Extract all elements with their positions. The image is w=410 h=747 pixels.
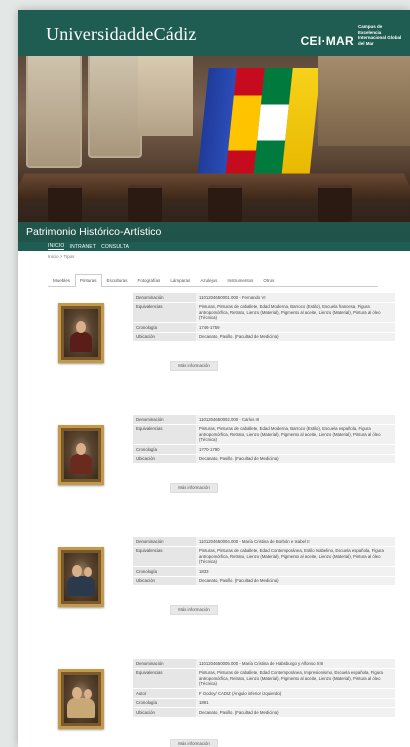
list-item: Denominación 1101204650005.000 - María Cr…	[48, 659, 395, 747]
table-row: Cronología 1891	[133, 698, 395, 709]
field-value: 1101204650005.000 - María Cristina de Ha…	[196, 659, 395, 669]
table-row: Denominación 1101204650005.000 - María Cr…	[133, 659, 395, 669]
tab-lamparas[interactable]: Lámparas	[165, 274, 195, 286]
field-value: 1746-1759	[196, 322, 395, 333]
table-row: Equivalencias Pinturas, Pinturas de cabal…	[133, 546, 395, 568]
wall-panel	[138, 56, 193, 136]
table-row: Equivalencias Pinturas, Pinturas de cabal…	[133, 424, 395, 446]
page-title: Patrimonio Histórico-Artístico	[26, 226, 162, 238]
table-row: Ubicación Decanato, Pasillo. (Facultad de…	[133, 707, 395, 718]
site-header: UniversidaddeCádiz CEI·MAR Campus de Exc…	[18, 10, 410, 56]
cei-mar-mark: CEI·MAR	[300, 34, 354, 48]
chair	[128, 185, 162, 222]
field-label: Equivalencias	[133, 302, 196, 324]
field-label: Equivalencias	[133, 668, 196, 690]
window-arch	[26, 56, 82, 168]
table-row: Denominación 1101204650002.000 - Carlos I…	[133, 415, 395, 425]
window-arch	[88, 56, 142, 158]
field-label: Equivalencias	[133, 546, 196, 568]
field-label: Ubicación	[133, 454, 196, 465]
field-value: Pinturas, Pinturas de caballete, Edad Mo…	[196, 302, 395, 324]
artwork-thumbnail[interactable]	[58, 303, 104, 363]
field-value: Decanato, Pasillo. (Facultad de Medicina…	[196, 332, 395, 343]
cei-mar-logo[interactable]: CEI·MAR Campus de Excelencia Internacion…	[301, 24, 402, 48]
university-logo[interactable]: UniversidaddeCádiz	[46, 24, 197, 45]
nav-item-intranet[interactable]: INTRANET	[69, 244, 96, 250]
field-value: Pinturas, Pinturas de caballete, Edad Mo…	[196, 424, 395, 446]
wall-panel	[318, 56, 410, 146]
list-item: Denominación 1101204650002.000 - Carlos I…	[48, 415, 395, 537]
table-row: Autor F Godoy/ CADIZ (Ángulo inferior izq…	[133, 688, 395, 699]
nav-item-inicio[interactable]: INICIO	[48, 243, 65, 250]
field-value: Pinturas, Pinturas de caballete, Edad Co…	[196, 546, 395, 568]
table-row: Cronología 1833	[133, 566, 395, 577]
tab-pinturas[interactable]: Pinturas	[75, 274, 102, 287]
field-label: Equivalencias	[133, 424, 196, 446]
chair	[48, 185, 82, 222]
artwork-thumbnail[interactable]	[58, 669, 104, 729]
artwork-details: Denominación 1101204650001.000 - Fernando…	[133, 293, 395, 343]
tab-instrumentos[interactable]: Instrumentos	[222, 274, 258, 286]
table-row: Equivalencias Pinturas, Pinturas de cabal…	[133, 302, 395, 324]
tab-azulejos[interactable]: Azulejos	[195, 274, 222, 286]
table-row: Equivalencias Pinturas, Pinturas de cabal…	[133, 668, 395, 690]
list-item: Denominación 1101204650001.000 - Fernando…	[48, 293, 395, 415]
field-label: Denominación	[133, 415, 196, 425]
field-label: Autor	[133, 688, 196, 699]
tab-otros[interactable]: Otros	[258, 274, 279, 286]
tab-esculturas[interactable]: Esculturas	[102, 274, 133, 286]
field-value: Decanato, Pasillo. (Facultad de Medicina…	[196, 454, 395, 465]
field-value: 1101204650002.000 - Carlos III	[196, 415, 395, 425]
field-label: Cronología	[133, 322, 196, 333]
field-label: Ubicación	[133, 332, 196, 343]
field-value: 1833	[196, 566, 395, 577]
field-label: Cronología	[133, 698, 196, 709]
chair	[208, 185, 242, 222]
field-value: 1891	[196, 698, 395, 709]
field-label: Cronología	[133, 444, 196, 455]
table-row: Denominación 1101204650001.000 - Fernando…	[133, 293, 395, 303]
more-info-button[interactable]: Más información	[170, 605, 218, 615]
table-row: Ubicación Decanato, Pasillo. (Facultad de…	[133, 454, 395, 465]
field-value: F Godoy/ CADIZ (Ángulo inferior izquierd…	[196, 688, 395, 699]
artwork-thumbnail[interactable]	[58, 547, 104, 607]
main-nav: INICIO INTRANET CONSULTA	[18, 242, 410, 251]
more-info-button[interactable]: Más información	[170, 739, 218, 747]
table-row: Denominación 1101204650004.000 - María Cr…	[133, 537, 395, 547]
artwork-list: Denominación 1101204650001.000 - Fernando…	[48, 293, 395, 747]
field-label: Cronología	[133, 566, 196, 577]
tab-fotografias[interactable]: Fotografías	[133, 274, 166, 286]
tab-muebles[interactable]: Muebles	[48, 274, 75, 286]
field-label: Ubicación	[133, 707, 196, 718]
artwork-details: Denominación 1101204650005.000 - María Cr…	[133, 659, 395, 718]
category-tabs: Muebles Pinturas Esculturas Fotografías …	[48, 274, 378, 287]
field-label: Ubicación	[133, 576, 196, 587]
breadcrumb[interactable]: Inicio > Tipos	[18, 251, 410, 262]
nav-item-consulta[interactable]: CONSULTA	[101, 244, 129, 250]
artwork-details: Denominación 1101204650004.000 - María Cr…	[133, 537, 395, 587]
field-value: 1101204650001.000 - Fernando VI	[196, 293, 395, 303]
field-value: Decanato, Pasillo. (Facultad de Medicina…	[196, 707, 395, 718]
table-row: Cronología 1770-1790	[133, 444, 395, 455]
hero-banner: Patrimonio Histórico-Artístico	[18, 56, 410, 242]
more-info-button[interactable]: Más información	[170, 483, 218, 493]
field-value: 1101204650004.000 - María Cristina de Bo…	[196, 537, 395, 547]
list-item: Denominación 1101204650004.000 - María Cr…	[48, 537, 395, 659]
cei-mar-text: Campus de Excelencia Internacional Globa…	[358, 24, 402, 46]
field-value: Decanato, Pasillo. (Facultad de Medicina…	[196, 576, 395, 587]
field-label: Denominación	[133, 293, 196, 303]
artwork-thumbnail[interactable]	[58, 425, 104, 485]
field-value: 1770-1790	[196, 444, 395, 455]
table-row: Cronología 1746-1759	[133, 322, 395, 333]
field-label: Denominación	[133, 659, 196, 669]
field-label: Denominación	[133, 537, 196, 547]
table-row: Ubicación Decanato, Pasillo. (Facultad de…	[133, 332, 395, 343]
page-frame: UniversidaddeCádiz CEI·MAR Campus de Exc…	[18, 10, 410, 747]
field-value: Pinturas, Pinturas de caballete, Edad Co…	[196, 668, 395, 690]
more-info-button[interactable]: Más información	[170, 361, 218, 371]
chair	[318, 185, 352, 222]
artwork-details: Denominación 1101204650002.000 - Carlos I…	[133, 415, 395, 465]
table-row: Ubicación Decanato, Pasillo. (Facultad de…	[133, 576, 395, 587]
